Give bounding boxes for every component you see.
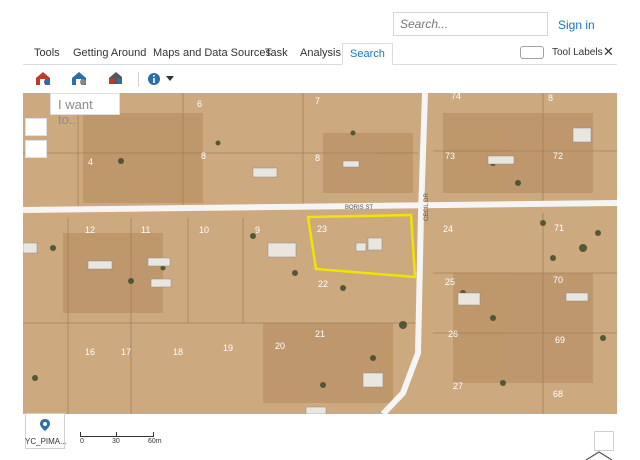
lot-label: 11 <box>141 225 150 235</box>
overview-toggle-button[interactable] <box>594 431 614 451</box>
lot-label: 19 <box>223 343 233 353</box>
chevron-down-icon[interactable] <box>164 69 176 87</box>
lot-label: 10 <box>199 225 209 235</box>
street-label-cecil: CECIL DR <box>424 193 430 221</box>
scale-label: 0 <box>80 438 84 445</box>
lot-label: 6 <box>197 99 202 109</box>
scale-bar-line <box>80 432 154 437</box>
lot-label: 17 <box>121 347 131 357</box>
zoom-out-button[interactable] <box>25 140 47 158</box>
lot-label: 20 <box>275 341 285 351</box>
lot-label: 16 <box>85 347 95 357</box>
lot-label: 22 <box>318 279 328 289</box>
lot-label: 26 <box>448 329 458 339</box>
lot-label: 71 <box>554 223 564 233</box>
scale-bar: 0 30 60m <box>80 432 162 445</box>
lot-label: 24 <box>443 224 453 234</box>
tab-getting-around[interactable]: Getting Around <box>73 47 146 59</box>
lot-label: 25 <box>445 277 455 287</box>
map-view[interactable]: BORIS ST CECIL DR 6 7 74 8 4 8 8 73 72 1… <box>23 93 617 414</box>
zoom-in-button[interactable] <box>25 118 47 136</box>
lot-label: 74 <box>451 93 461 101</box>
search-input[interactable]: Search... <box>393 12 548 36</box>
tool-labels-label: Tool Labels <box>552 47 603 58</box>
sign-in-link[interactable]: Sign in <box>558 18 595 32</box>
lot-label: 7 <box>315 96 320 106</box>
lot-label: 4 <box>88 157 93 167</box>
tab-task[interactable]: Task <box>265 47 288 59</box>
lot-label: 23 <box>317 224 327 234</box>
lot-label: 27 <box>453 381 463 391</box>
scale-label: 60m <box>148 438 162 445</box>
tool-labels-toggle[interactable] <box>520 46 544 59</box>
tab-analysis[interactable]: Analysis <box>300 47 341 59</box>
tab-tools[interactable]: Tools <box>34 47 60 59</box>
i-want-to-input[interactable]: I want to... <box>50 93 120 127</box>
street-label-boris: BORIS ST <box>345 205 373 211</box>
toolbar-divider <box>138 72 139 87</box>
scale-label: 30 <box>112 438 120 445</box>
lot-label: 70 <box>553 275 563 285</box>
parcel-select-icon[interactable] <box>106 69 124 87</box>
map-pin-icon <box>40 419 50 431</box>
info-icon[interactable] <box>145 69 163 87</box>
lot-label: 73 <box>445 151 455 161</box>
satellite-imagery: BORIS ST CECIL DR 6 7 74 8 4 8 8 73 72 1… <box>23 93 617 414</box>
lot-label: 18 <box>173 347 183 357</box>
tab-maps-and-data-sources[interactable]: Maps and Data Sources <box>153 47 271 59</box>
toolbar <box>23 66 617 93</box>
lot-label: 8 <box>201 151 206 161</box>
lot-label: 8 <box>548 93 553 103</box>
house-search-icon[interactable] <box>34 69 52 87</box>
app-logo-icon <box>585 451 613 460</box>
tab-search[interactable]: Search <box>342 43 393 65</box>
lot-label: 21 <box>315 329 325 339</box>
lot-label: 12 <box>85 225 95 235</box>
lot-label: 69 <box>555 335 565 345</box>
lot-label: 8 <box>315 153 320 163</box>
lot-label: 9 <box>255 225 260 235</box>
lot-label: 72 <box>553 151 563 161</box>
house-buffer-icon[interactable] <box>70 69 88 87</box>
lot-label: 68 <box>553 389 563 399</box>
close-icon[interactable]: ✕ <box>603 44 614 60</box>
basemap-label: YC_PIMA... <box>25 437 67 446</box>
